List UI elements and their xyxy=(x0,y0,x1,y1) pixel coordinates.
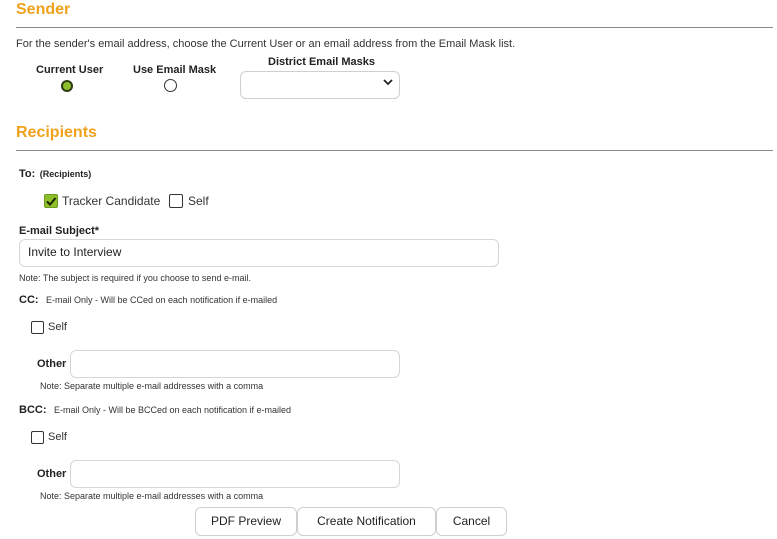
sender-instruction: For the sender's email address, choose t… xyxy=(16,38,516,50)
cc-description: E-mail Only - Will be CCed on each notif… xyxy=(46,295,278,305)
pdf-preview-button[interactable]: PDF Preview xyxy=(195,507,297,536)
to-self-checkbox[interactable] xyxy=(169,194,183,208)
sender-divider xyxy=(16,27,773,28)
email-subject-input[interactable]: Invite to Interview xyxy=(19,239,499,267)
use-email-mask-radio[interactable] xyxy=(164,79,177,92)
cc-other-label: Other xyxy=(37,358,67,370)
to-sublabel: (Recipients) xyxy=(39,169,92,179)
to-label-group: To: (Recipients) xyxy=(19,164,91,182)
district-email-masks-select[interactable] xyxy=(240,71,400,99)
bcc-label: BCC: xyxy=(19,404,47,416)
recipients-divider xyxy=(16,150,773,151)
subject-note: Note: The subject is required if you cho… xyxy=(19,273,251,283)
checkmark-icon xyxy=(46,197,57,206)
cc-header: CC: E-mail Only - Will be CCed on each n… xyxy=(19,290,277,308)
current-user-label: Current User xyxy=(36,64,104,76)
to-label: To: xyxy=(19,168,36,180)
cc-note: Note: Separate multiple e-mail addresses… xyxy=(40,381,264,391)
bcc-other-label: Other xyxy=(37,468,67,480)
create-notification-button[interactable]: Create Notification xyxy=(297,507,436,536)
sender-section-title: Sender xyxy=(16,1,71,18)
recipients-section-title: Recipients xyxy=(16,124,97,141)
to-self-label: Self xyxy=(188,194,209,208)
bcc-self-checkbox[interactable] xyxy=(31,431,44,444)
cc-other-input[interactable] xyxy=(70,350,400,378)
cc-self-checkbox[interactable] xyxy=(31,321,44,334)
bcc-other-input[interactable] xyxy=(70,460,400,488)
bcc-self-label: Self xyxy=(48,431,67,443)
tracker-candidate-checkbox[interactable] xyxy=(44,194,58,208)
bcc-description: E-mail Only - Will be BCCed on each noti… xyxy=(53,405,292,415)
cc-label: CC: xyxy=(19,294,39,306)
current-user-radio[interactable] xyxy=(61,80,73,92)
email-subject-label: E-mail Subject* xyxy=(19,225,100,237)
bcc-note: Note: Separate multiple e-mail addresses… xyxy=(40,491,264,501)
bcc-header: BCC: E-mail Only - Will be BCCed on each… xyxy=(19,400,291,418)
cancel-button[interactable]: Cancel xyxy=(436,507,507,536)
chevron-down-icon xyxy=(383,78,393,89)
use-email-mask-label: Use Email Mask xyxy=(133,64,217,76)
tracker-candidate-label: Tracker Candidate xyxy=(62,194,161,208)
district-email-masks-label: District Email Masks xyxy=(268,56,375,68)
cc-self-label: Self xyxy=(48,321,67,333)
